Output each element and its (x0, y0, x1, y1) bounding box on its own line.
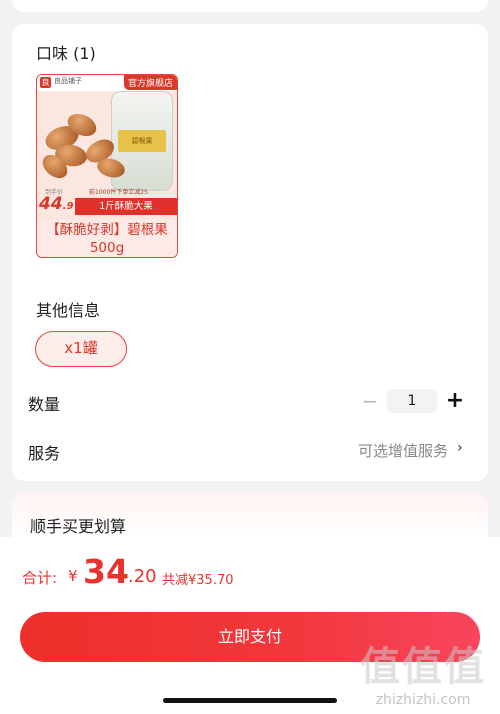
total-label: 合计: (22, 569, 58, 587)
total-amount-integer: 34 (83, 552, 129, 591)
product-image: 良 良品铺子 官方旗舰店 碧根果 到手价 前1000件下单立减25 44.9 1… (37, 75, 177, 220)
total-amount-decimal: .20 (128, 566, 157, 587)
quantity-decrease-button[interactable]: − (360, 389, 380, 413)
quantity-increase-button[interactable]: + (444, 388, 466, 414)
spec-chip-x1-jar[interactable]: x1罐 (35, 331, 127, 367)
previous-card-edge (12, 0, 488, 12)
promo-caption-2: 前1000件下单立减25 (89, 189, 148, 196)
chevron-right-icon[interactable]: › (457, 440, 463, 456)
brand-logo-icon: 良 (40, 77, 51, 88)
promo-banner: 1斤酥脆大果 (75, 198, 177, 215)
home-indicator[interactable] (163, 698, 337, 703)
other-info-title: 其他信息 (36, 301, 101, 320)
quantity-input[interactable]: 1 (387, 389, 437, 413)
flavor-option-card[interactable]: 良 良品铺子 官方旗舰店 碧根果 到手价 前1000件下单立减25 44.9 1… (36, 74, 178, 258)
image-price: 44.9 (39, 194, 74, 214)
jar-label: 碧根果 (118, 130, 166, 152)
watermark: 值值值 zhizhizhi.com (360, 634, 486, 708)
service-label: 服务 (28, 444, 61, 463)
flagship-store-tag: 官方旗舰店 (123, 75, 177, 90)
upsell-title: 顺手买更划算 (30, 517, 127, 536)
watermark-logo: 值值值 (360, 644, 486, 690)
currency-symbol: ¥ (68, 567, 78, 585)
flavor-name: 【酥脆好剥】碧根果500g (37, 220, 177, 257)
watermark-url: zhizhizhi.com (375, 692, 471, 708)
saved-amount: 共减¥35.70 (162, 573, 234, 588)
flavor-section-title: 口味 (1) (36, 44, 96, 63)
brand-name: 良品铺子 (54, 77, 82, 85)
service-option-link[interactable]: 可选增值服务 (358, 440, 448, 461)
quantity-label: 数量 (28, 395, 61, 414)
